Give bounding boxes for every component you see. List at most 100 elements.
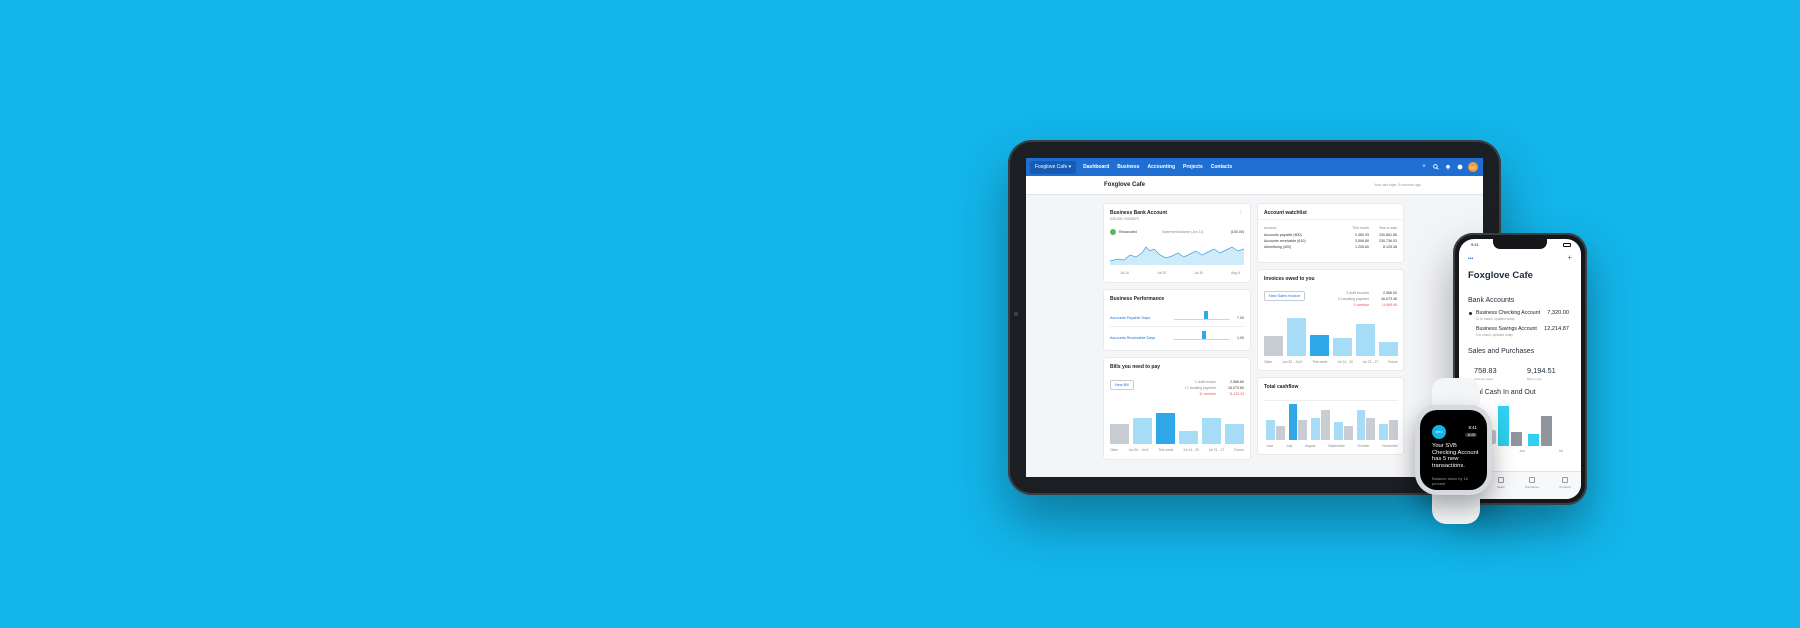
invoices-summary-label[interactable]: 13 awaiting payment [1338,297,1369,301]
org-switcher-button[interactable]: Foxglove Cafe ▾ [1030,160,1077,174]
watchlist-title[interactable]: Account watchlist [1264,210,1307,216]
tab-purchases[interactable]: Purchases [1525,477,1539,489]
bills-bar[interactable] [1202,418,1221,444]
invoices-bar[interactable] [1264,336,1283,356]
performance-row-value: 7.00 [1237,316,1244,320]
phone-month-label: Jun [1519,449,1525,453]
cashflow-bar-out[interactable] [1343,426,1353,440]
nav-contacts[interactable]: Contacts [1211,164,1232,170]
help-icon[interactable] [1454,161,1466,173]
bills-summary-value: 11,423.33 [1229,392,1244,396]
watchlist-account[interactable]: Accounts payable (800) [1264,233,1302,237]
cashflow-bar-out[interactable] [1389,420,1398,440]
watch-time: 9:41 [1468,425,1477,430]
bills-summary-label[interactable]: 11 overdue [1199,392,1216,396]
cashflow-title[interactable]: Total cashflow [1264,384,1298,390]
cashflow-bar-out[interactable] [1275,426,1285,440]
phone-battery-icon [1563,243,1571,247]
more-menu-icon[interactable]: ••• [1468,256,1473,262]
phone-title: Foxglove Cafe [1468,270,1533,281]
invoices-bar[interactable] [1310,335,1329,356]
bills-x-label: Jul 21 - 27 [1208,448,1225,452]
invoices-summary-label[interactable]: 3 draft invoices [1346,291,1369,295]
invoices-bar[interactable] [1356,324,1375,356]
cashflow-bar-in[interactable] [1356,410,1366,440]
more-options-icon[interactable]: ⋮ [1238,209,1244,216]
bills-summary-label[interactable]: 1 draft invoice [1195,380,1216,384]
contacts-icon [1562,477,1569,483]
cashflow-bar-in[interactable] [1311,418,1321,440]
watch-notification-text[interactable]: Your SVB Checking Account has 5 new tran… [1432,443,1480,469]
performance-title[interactable]: Business Performance [1110,296,1164,302]
cash-out-bar[interactable] [1511,432,1522,446]
sales-value[interactable]: 758.83 [1474,366,1497,375]
watchlist-account[interactable]: Accounts receivable (610) [1264,239,1306,243]
bills-bar[interactable] [1110,424,1129,444]
cashflow-bar-chart [1266,404,1398,440]
bills-summary-value: 16,073.60 [1228,386,1244,390]
cashflow-x-label: November [1382,444,1398,448]
bills-x-label: Jun 30 - Jul 6 [1128,448,1149,452]
bills-bar[interactable] [1156,413,1175,444]
cash-in-bar[interactable] [1528,434,1539,446]
new-bill-button[interactable]: New Bill [1110,380,1134,390]
new-sales-invoice-button[interactable]: New Sales Invoice [1264,291,1306,301]
bills-bar[interactable] [1179,431,1198,444]
cashflow-bar-in[interactable] [1288,404,1298,440]
nav-projects[interactable]: Projects [1183,164,1203,170]
bills-x-label: This week [1158,448,1174,452]
cashflow-bar-in[interactable] [1333,422,1343,440]
cash-out-bar[interactable] [1541,416,1552,446]
invoices-bar[interactable] [1333,338,1352,356]
invoices-summary-value: 16,073.46 [1381,297,1397,301]
purchases-icon [1528,477,1535,483]
cashflow-bar-in[interactable] [1379,424,1389,440]
performance-row-label[interactable]: Accounts Payable Days [1110,316,1150,320]
statement-value: (100.00) [1230,230,1244,234]
add-icon[interactable]: + [1567,253,1572,262]
performance-marker [1202,331,1206,339]
bills-card: Bills you need to pay New Bill 1 draft i… [1104,358,1250,459]
invoices-card: Invoices owed to you New Sales Invoice 3… [1258,270,1403,370]
invoices-title[interactable]: Invoices owed to you [1264,276,1315,282]
tab-contacts[interactable]: Contacts [1559,477,1571,489]
bell-icon[interactable] [1442,161,1454,173]
watchlist-ytd: 230,861.85 [1379,233,1397,237]
cashflow-bar-out[interactable] [1321,410,1330,440]
cashflow-bar-out[interactable] [1298,420,1308,440]
bank-x-labels: Jul 10 Jul 20 Jul 30 Aug 9 [1120,271,1240,275]
watchlist-divider [1258,219,1403,220]
bills-title[interactable]: Bills you need to pay [1110,364,1160,370]
plus-icon[interactable]: + [1418,161,1430,173]
phone-notch [1493,239,1547,249]
page-header: Foxglove Cafe Your last login: 5 minutes… [1026,176,1483,195]
bills-bar[interactable] [1133,418,1152,444]
invoices-summary-label[interactable]: 9 overdue [1354,303,1369,307]
avatar[interactable]: GE [1468,162,1478,172]
bills-bar[interactable] [1225,424,1244,444]
account-status: 0 to match, updated today [1476,333,1513,337]
cashflow-bar-in[interactable] [1266,420,1275,440]
bank-card-title[interactable]: Business Bank Account [1110,210,1167,216]
account-status: 11 to match, updated today [1476,317,1515,321]
performance-marker [1204,311,1208,319]
invoices-bar[interactable] [1287,318,1306,356]
nav-dashboard[interactable]: Dashboard [1083,164,1109,170]
nav-business[interactable]: Business [1117,164,1139,170]
tab-sales[interactable]: Sales [1497,477,1505,489]
nav-accounting[interactable]: Accounting [1148,164,1176,170]
account-name[interactable]: Business Checking Account [1476,310,1540,316]
account-watchlist-card: Account watchlist Account This month Yea… [1258,204,1403,262]
account-name[interactable]: Business Savings Account [1476,326,1537,332]
sales-label: Invoices owed [1474,377,1494,381]
search-icon[interactable] [1430,161,1442,173]
nav-icons: + GE [1418,161,1478,173]
invoices-bar[interactable] [1379,342,1398,356]
cashflow-bar-out[interactable] [1366,418,1376,440]
purchases-value[interactable]: 9,194.51 [1527,366,1556,375]
watchlist-account[interactable]: Advertising (400) [1264,245,1291,249]
account-balance: 7,320.00 [1547,310,1569,316]
bills-summary-label[interactable]: 17 awaiting payment [1185,386,1216,390]
cash-in-bar[interactable] [1498,406,1509,446]
performance-row-label[interactable]: Accounts Receivable Days [1110,336,1155,340]
